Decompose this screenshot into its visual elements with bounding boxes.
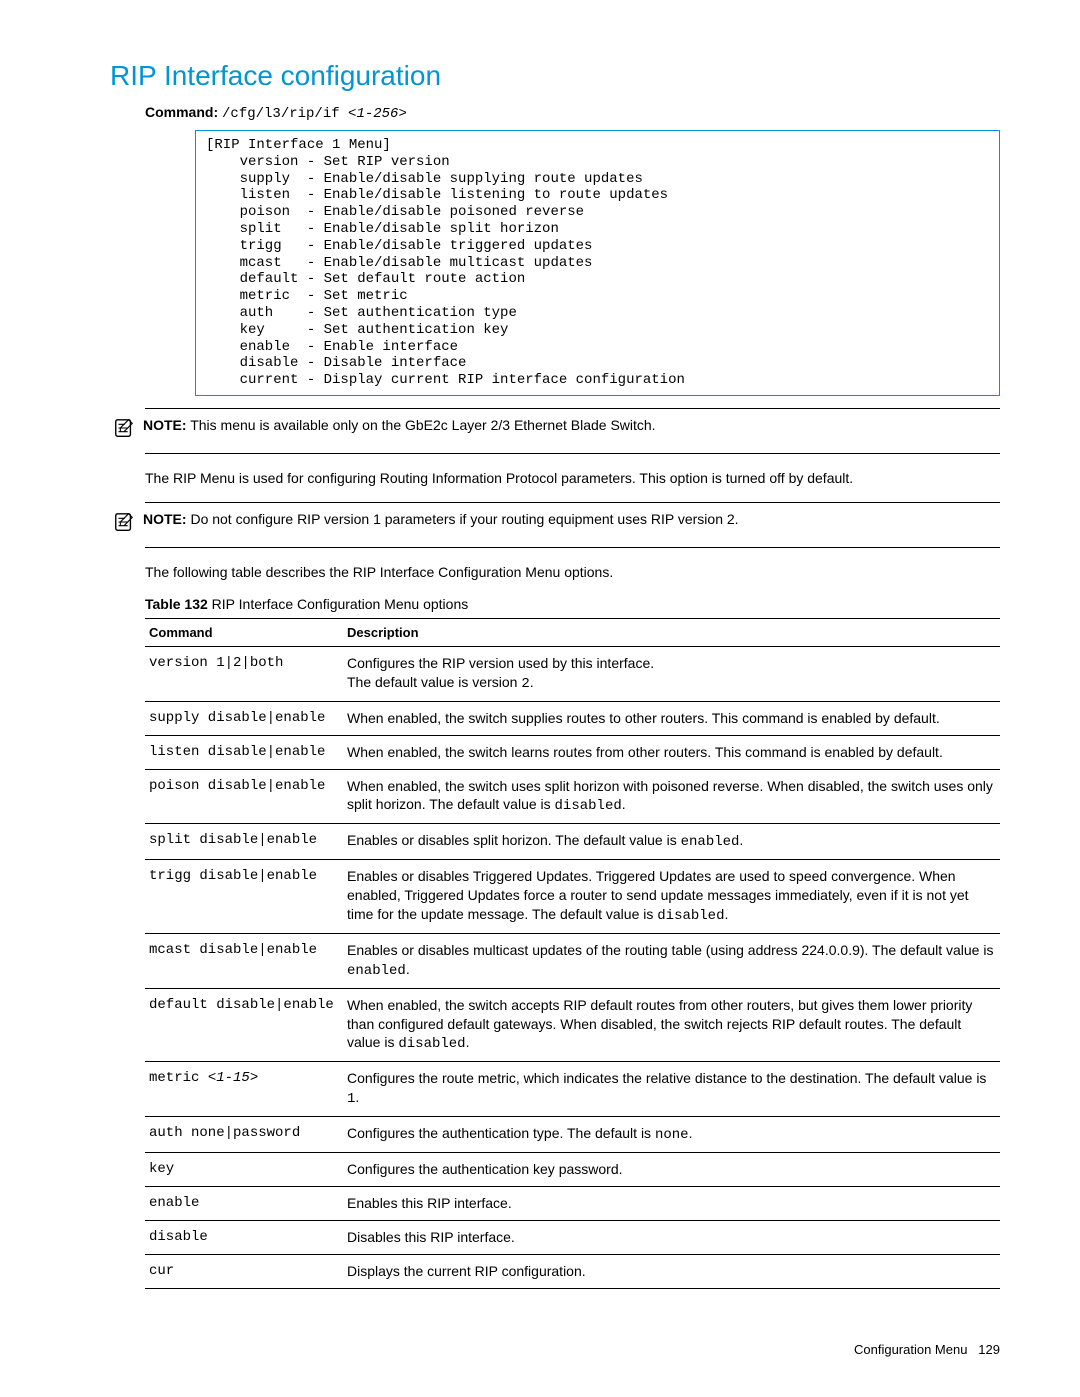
- paragraph-2: The following table describes the RIP In…: [145, 564, 1000, 580]
- divider: [145, 547, 1000, 548]
- table-row: version 1|2|bothConfigures the RIP versi…: [145, 646, 1000, 701]
- note-label: NOTE:: [143, 511, 187, 527]
- table-number: Table 132: [145, 596, 208, 612]
- cell-description: Configures the route metric, which indic…: [343, 1062, 1000, 1117]
- table-row: metric <1-15>Configures the route metric…: [145, 1062, 1000, 1117]
- cell-command: enable: [145, 1186, 343, 1220]
- note-label: NOTE:: [143, 417, 187, 433]
- table-row: trigg disable|enableEnables or disables …: [145, 860, 1000, 934]
- th-command: Command: [145, 618, 343, 646]
- cell-description: Configures the authentication key passwo…: [343, 1152, 1000, 1186]
- table-row: mcast disable|enableEnables or disables …: [145, 933, 1000, 988]
- table-row: default disable|enableWhen enabled, the …: [145, 988, 1000, 1062]
- note-2: NOTE: Do not configure RIP version 1 par…: [145, 503, 1000, 547]
- note-icon: [113, 511, 143, 537]
- cell-description: Enables or disables multicast updates of…: [343, 933, 1000, 988]
- table-row: curDisplays the current RIP configuratio…: [145, 1254, 1000, 1288]
- cell-description: Displays the current RIP configuration.: [343, 1254, 1000, 1288]
- footer-page-number: 129: [978, 1342, 1000, 1357]
- cell-command: auth none|password: [145, 1117, 343, 1153]
- cell-command: default disable|enable: [145, 988, 343, 1062]
- cell-description: When enabled, the switch uses split hori…: [343, 769, 1000, 824]
- cell-command: disable: [145, 1220, 343, 1254]
- cell-description: When enabled, the switch supplies routes…: [343, 701, 1000, 735]
- table-row: keyConfigures the authentication key pas…: [145, 1152, 1000, 1186]
- table-row: auth none|passwordConfigures the authent…: [145, 1117, 1000, 1153]
- note-1: NOTE: This menu is available only on the…: [145, 408, 1000, 453]
- table-row: disableDisables this RIP interface.: [145, 1220, 1000, 1254]
- cell-command: listen disable|enable: [145, 735, 343, 769]
- config-table: Command Description version 1|2|bothConf…: [145, 618, 1000, 1289]
- command-label: Command:: [145, 104, 218, 120]
- note-1-text: This menu is available only on the GbE2c…: [190, 417, 655, 433]
- table-caption: Table 132 RIP Interface Configuration Me…: [145, 596, 1000, 612]
- cell-command: key: [145, 1152, 343, 1186]
- menu-box: [RIP Interface 1 Menu] version - Set RIP…: [195, 130, 1000, 396]
- note-2-text: Do not configure RIP version 1 parameter…: [190, 511, 738, 527]
- note-icon: [113, 417, 143, 443]
- cell-command: split disable|enable: [145, 824, 343, 860]
- table-title: RIP Interface Configuration Menu options: [212, 596, 469, 612]
- cell-description: When enabled, the switch learns routes f…: [343, 735, 1000, 769]
- command-line: Command: /cfg/l3/rip/if <1-256>: [145, 104, 1000, 122]
- divider: [145, 453, 1000, 454]
- cell-command: poison disable|enable: [145, 769, 343, 824]
- table-row: split disable|enableEnables or disables …: [145, 824, 1000, 860]
- table-row: supply disable|enableWhen enabled, the s…: [145, 701, 1000, 735]
- cell-description: When enabled, the switch accepts RIP def…: [343, 988, 1000, 1062]
- page-title: RIP Interface configuration: [110, 60, 1000, 92]
- cell-command: supply disable|enable: [145, 701, 343, 735]
- command-path: /cfg/l3/rip/if: [222, 106, 348, 122]
- cell-command: metric <1-15>: [145, 1062, 343, 1117]
- cell-description: Configures the RIP version used by this …: [343, 646, 1000, 701]
- table-row: enableEnables this RIP interface.: [145, 1186, 1000, 1220]
- footer-section: Configuration Menu: [854, 1342, 967, 1357]
- table-row: listen disable|enableWhen enabled, the s…: [145, 735, 1000, 769]
- command-arg: <1-256>: [348, 106, 407, 122]
- cell-command: cur: [145, 1254, 343, 1288]
- cell-description: Enables this RIP interface.: [343, 1186, 1000, 1220]
- paragraph-1: The RIP Menu is used for configuring Rou…: [145, 470, 1000, 486]
- cell-command: trigg disable|enable: [145, 860, 343, 934]
- cell-description: Enables or disables split horizon. The d…: [343, 824, 1000, 860]
- cell-command: version 1|2|both: [145, 646, 343, 701]
- th-description: Description: [343, 618, 1000, 646]
- cell-description: Disables this RIP interface.: [343, 1220, 1000, 1254]
- cell-command: mcast disable|enable: [145, 933, 343, 988]
- table-row: poison disable|enableWhen enabled, the s…: [145, 769, 1000, 824]
- cell-description: Enables or disables Triggered Updates. T…: [343, 860, 1000, 934]
- cell-description: Configures the authentication type. The …: [343, 1117, 1000, 1153]
- page-footer: Configuration Menu 129: [854, 1342, 1000, 1357]
